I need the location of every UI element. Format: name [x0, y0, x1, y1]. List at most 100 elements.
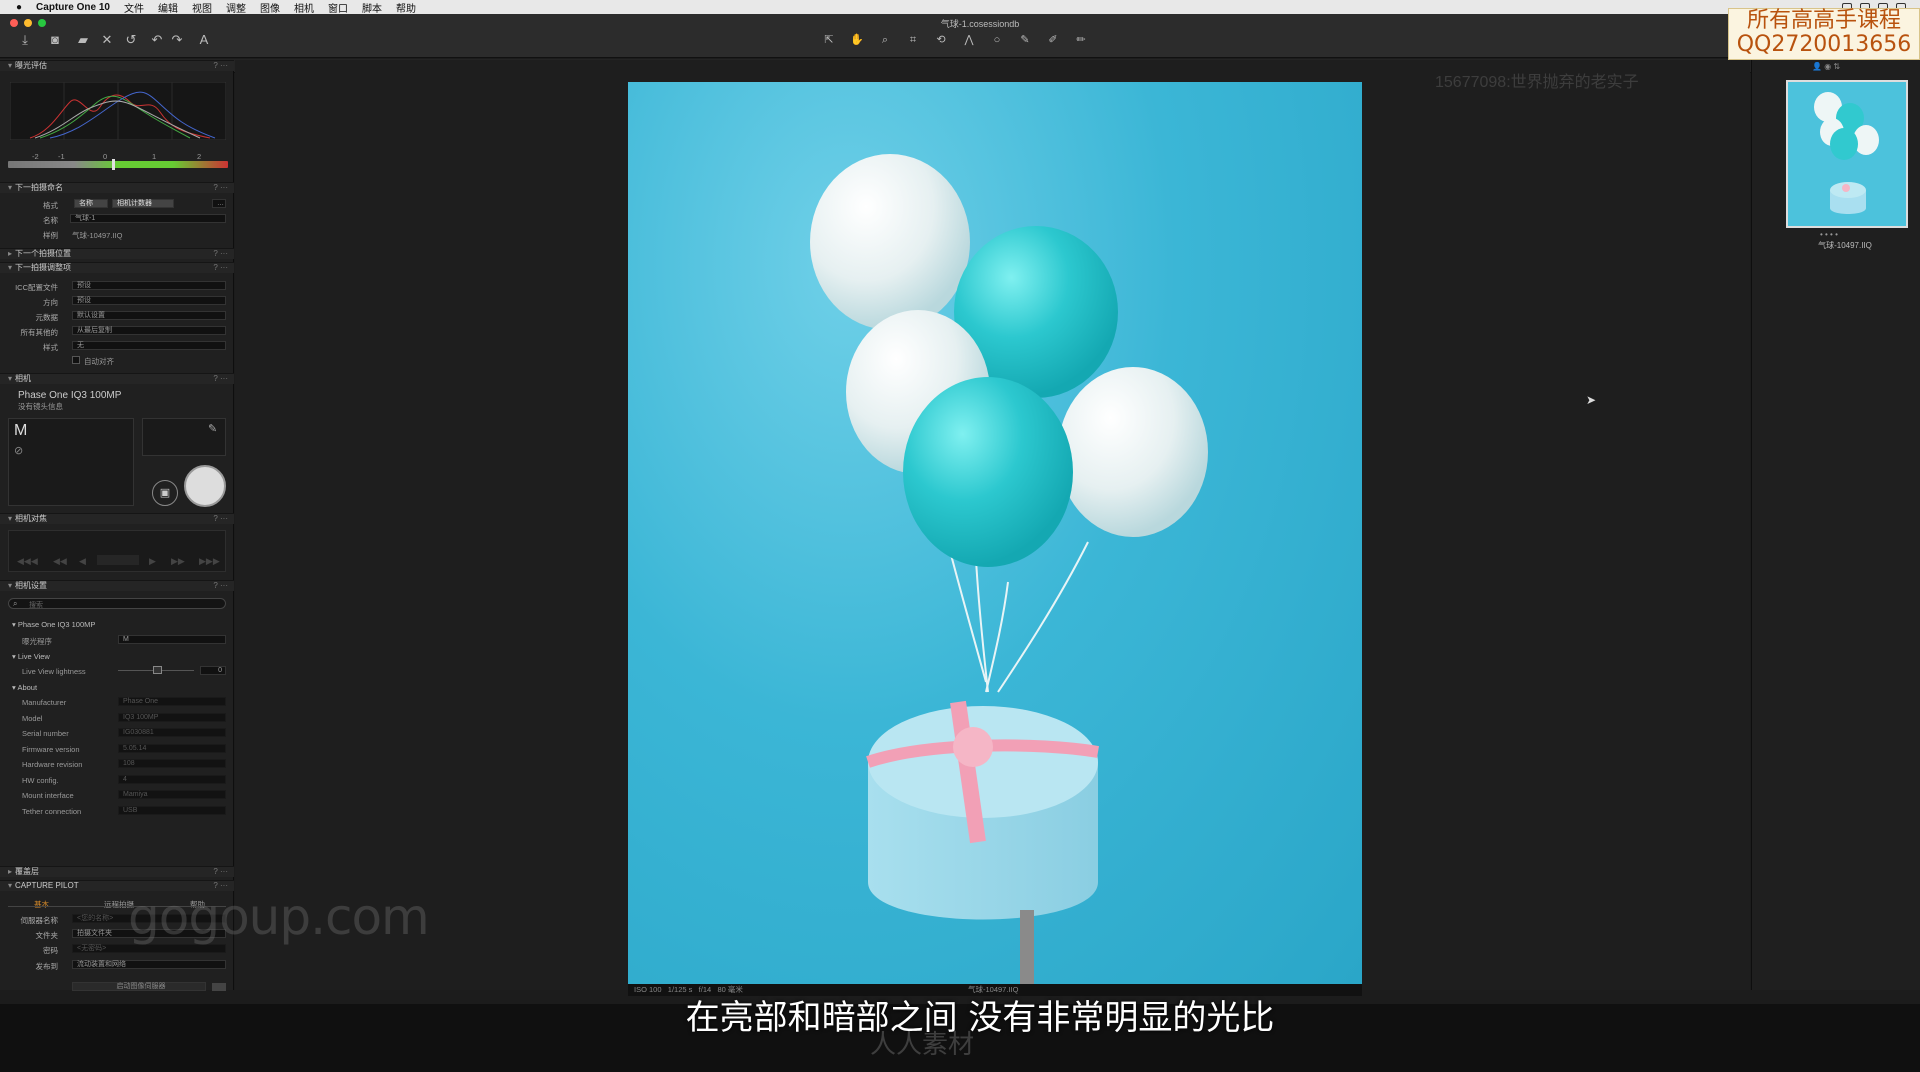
capture-button[interactable]	[184, 465, 226, 507]
menu-camera[interactable]: 相机	[294, 0, 314, 15]
brush-tool-icon[interactable]: ✎	[1014, 33, 1036, 47]
metadata-select[interactable]: 默认设置	[72, 311, 226, 320]
tree-about[interactable]: ▾ About	[12, 683, 37, 692]
hist-tick: -2	[32, 152, 39, 161]
slider-handle[interactable]	[153, 666, 162, 674]
section-exposure-evaluation[interactable]: ▾ 曝光评估? ···	[0, 60, 234, 71]
orientation-select[interactable]: 预设	[72, 296, 226, 305]
auto-align-label: 自动对齐	[84, 357, 114, 366]
settings-search[interactable]: ⌕ 搜索	[8, 598, 226, 609]
about-value: IG030881	[118, 728, 226, 737]
menu-image[interactable]: 图像	[260, 0, 280, 15]
user-icon[interactable]: 👤	[1812, 62, 1822, 71]
icc-select[interactable]: 预设	[72, 281, 226, 290]
promo-line2: QQ2720013656	[1736, 32, 1912, 57]
focus-near-button[interactable]: ◀	[79, 556, 86, 567]
keystone-tool-icon[interactable]: ⋀	[958, 33, 980, 47]
section-camera[interactable]: ▾ 相机? ···	[0, 373, 234, 384]
section-camera-focus[interactable]: ▾ 相机对焦? ···	[0, 513, 234, 524]
publish-select[interactable]: 流动装置和网络	[72, 960, 226, 969]
section-next-capture-location[interactable]: ▸ 下一个拍摄位置? ···	[0, 248, 234, 259]
picker-tool-icon[interactable]: ✐	[1042, 33, 1064, 47]
thumbnail-selected[interactable]	[1786, 80, 1908, 228]
exposure-program-select[interactable]: M	[118, 635, 226, 644]
about-value: Phase One	[118, 697, 226, 706]
stand-clamp	[1020, 910, 1034, 988]
import-icon[interactable]: ⤓	[16, 32, 34, 48]
section-next-capture-adjustments[interactable]: ▾ 下一拍摄调整项? ···	[0, 262, 234, 273]
loupe-tool-icon[interactable]: ⌕	[874, 33, 896, 47]
focus-far-button[interactable]: ▶▶▶	[199, 556, 220, 567]
format-token[interactable]: 名称	[74, 199, 108, 208]
redo-icon[interactable]: ↷	[168, 32, 186, 48]
tree-live-view[interactable]: ▾ Live View	[12, 652, 50, 661]
name-label: 名称	[43, 216, 58, 225]
app-menu[interactable]: Capture One 10	[36, 2, 110, 13]
spot-tool-icon[interactable]: ○	[986, 33, 1008, 47]
icc-label: ICC配置文件	[15, 283, 58, 292]
eye-icon[interactable]: ◉	[1824, 62, 1831, 71]
menu-adjust[interactable]: 调整	[226, 0, 246, 15]
menu-edit[interactable]: 编辑	[158, 0, 178, 15]
live-view-lightness-value[interactable]: 0	[200, 666, 226, 675]
pan-tool-icon[interactable]: ✋	[846, 33, 868, 47]
focus-mid-button[interactable]: ◀◀	[53, 556, 67, 567]
menu-script[interactable]: 脚本	[362, 0, 382, 15]
about-key: Mount interface	[22, 791, 74, 800]
menu-window[interactable]: 窗口	[328, 0, 348, 15]
edit-icon[interactable]: ✎	[208, 422, 217, 435]
ribbon-bow	[953, 727, 993, 767]
format-token[interactable]: 相机计数器	[112, 199, 174, 208]
folder-icon[interactable]: ▰	[74, 32, 92, 48]
cursor-tools: ⇱ ✋ ⌕ ⌗ ⟲ ⋀ ○ ✎ ✐ ✏	[818, 33, 1092, 49]
section-next-capture-naming[interactable]: ▾ 下一拍摄命名? ···	[0, 182, 234, 193]
menu-file[interactable]: 文件	[124, 0, 144, 15]
menu-help[interactable]: 帮助	[396, 0, 416, 15]
browser-toolbar: 👤 ◉ ⇅	[1812, 62, 1840, 71]
focus-far-button[interactable]: ◀◀◀	[17, 556, 38, 567]
section-title: 相机	[15, 374, 32, 383]
other-select[interactable]: 从最后复制	[72, 326, 226, 335]
auto-align-checkbox[interactable]	[72, 356, 80, 364]
format-more-button[interactable]: …	[212, 199, 226, 208]
publish-label: 发布到	[35, 962, 59, 971]
title-bar: 气球-1.cosessiondb ⤓ ◙ ▰ ✕ ↺ ↶ ↷ A ⇱ ✋ ⌕ ⌗…	[0, 14, 1920, 58]
rotate-tool-icon[interactable]: ⟲	[930, 33, 952, 47]
select-tool-icon[interactable]: ⇱	[818, 33, 840, 47]
section-overlay[interactable]: ▸ 覆盖层? ···	[0, 866, 234, 877]
focus-slider[interactable]	[97, 555, 139, 565]
style-label: 样式	[43, 343, 58, 352]
viewer-photo[interactable]	[628, 82, 1362, 988]
reset-icon[interactable]: ↺	[122, 32, 140, 48]
section-title: 相机设置	[15, 581, 48, 590]
sort-icon[interactable]: ⇅	[1833, 62, 1840, 71]
white-balloon	[1058, 367, 1208, 537]
name-field[interactable]: 气球-1	[70, 214, 226, 223]
focus-near-button[interactable]: ▶	[149, 556, 156, 567]
about-key: HW config.	[22, 776, 59, 785]
about-key: Model	[22, 714, 43, 723]
delete-icon[interactable]: ✕	[98, 32, 116, 48]
rating-dots[interactable]: • • • •	[1820, 230, 1838, 239]
undo-icon[interactable]: ↶	[148, 32, 166, 48]
tree-camera[interactable]: ▾ Phase One IQ3 100MP	[12, 620, 95, 629]
annotate-tool-icon[interactable]: ✏	[1070, 33, 1092, 47]
search-placeholder: 搜索	[29, 602, 43, 609]
folder-label: 文件夹	[35, 931, 59, 940]
style-select[interactable]: 无	[72, 341, 226, 350]
tree-about-label: About	[17, 683, 38, 692]
about-value: USB	[118, 806, 226, 815]
capture-pilot-tab-basic[interactable]: 基本	[34, 899, 49, 910]
promo-badge: 所有高高手课程 QQ2720013656	[1728, 8, 1920, 60]
exposure-compensation-icon: ⊘	[14, 445, 24, 457]
apple-icon[interactable]: ●	[16, 2, 22, 13]
balloon-photo	[810, 154, 1208, 988]
capture-icon[interactable]: ◙	[46, 32, 64, 48]
no-lens-info: 没有镜头信息	[18, 402, 63, 411]
text-icon[interactable]: A	[195, 32, 213, 48]
crop-tool-icon[interactable]: ⌗	[902, 33, 924, 47]
live-view-button[interactable]: ▣	[152, 480, 178, 506]
section-camera-settings[interactable]: ▾ 相机设置? ···	[0, 580, 234, 591]
focus-mid-button[interactable]: ▶▶	[171, 556, 185, 567]
menu-view[interactable]: 视图	[192, 0, 212, 15]
